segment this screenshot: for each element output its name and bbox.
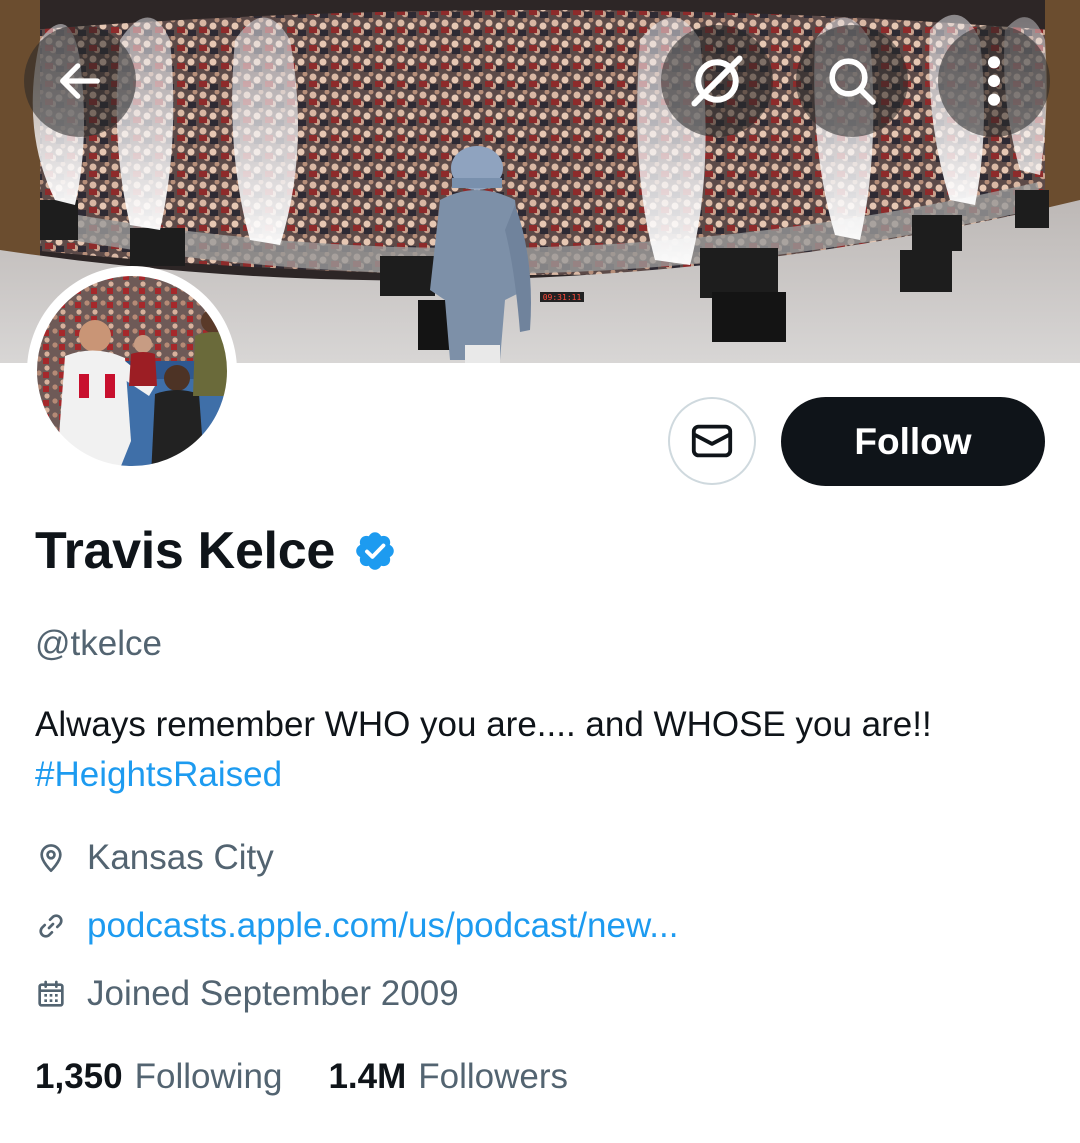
following-label: Following — [134, 1057, 283, 1096]
followers-count: 1.4M — [328, 1057, 407, 1096]
more-options-button[interactable] — [938, 25, 1050, 137]
more-vertical-icon — [987, 56, 1001, 106]
location-text: Kansas City — [87, 838, 274, 877]
location-row: Kansas City — [35, 836, 274, 880]
stage-display: 09:31:11 — [543, 293, 582, 302]
search-button[interactable] — [796, 25, 908, 137]
avatar-image — [35, 274, 229, 468]
calendar-icon — [38, 980, 64, 1007]
display-name: Travis Kelce — [35, 522, 335, 580]
following-count: 1,350 — [35, 1057, 123, 1096]
website-row: podcasts.apple.com/us/podcast/new... — [35, 904, 678, 948]
handle: @tkelce — [35, 624, 162, 663]
verified-badge-icon[interactable] — [353, 529, 397, 573]
name-row: Travis Kelce — [35, 518, 397, 584]
back-button[interactable] — [24, 25, 136, 137]
bio-hashtag-link[interactable]: #HeightsRaised — [35, 750, 282, 800]
website-link[interactable]: podcasts.apple.com/us/podcast/new... — [87, 904, 678, 948]
follow-stats: 1,350 Following 1.4M Followers — [35, 1055, 568, 1099]
bio-text: Always remember WHO you are.... and WHOS… — [35, 705, 932, 744]
message-button[interactable] — [668, 397, 756, 485]
bio: Always remember WHO you are.... and WHOS… — [35, 700, 1045, 800]
arrow-left-icon — [60, 63, 100, 99]
profile-page: 09:31:11 Follow Travis Kelce @tkelce Alw… — [0, 0, 1080, 1143]
joined-row: Joined September 2009 — [35, 972, 459, 1016]
following-link[interactable]: 1,350 Following — [35, 1055, 282, 1099]
envelope-icon — [691, 424, 733, 458]
grok-icon — [691, 55, 743, 107]
joined-text: Joined September 2009 — [87, 974, 459, 1013]
follow-button[interactable]: Follow — [781, 397, 1045, 486]
location-pin-icon — [40, 844, 62, 872]
followers-label: Followers — [418, 1057, 569, 1096]
followers-link[interactable]: 1.4M Followers — [328, 1055, 568, 1099]
search-icon — [829, 58, 876, 105]
link-icon — [39, 914, 63, 938]
grok-button[interactable] — [661, 25, 773, 137]
avatar[interactable] — [27, 266, 237, 476]
